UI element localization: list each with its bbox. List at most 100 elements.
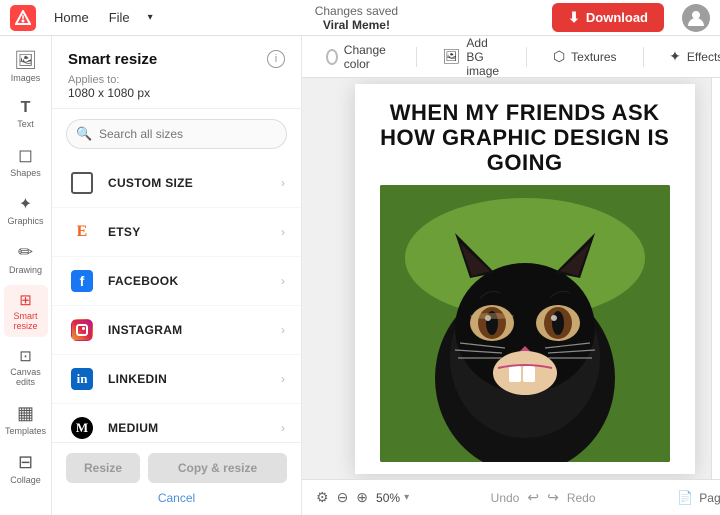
- toolbar-separator-1: [416, 47, 417, 67]
- pages-icon: 📄: [677, 490, 693, 506]
- size-label-etsy: ETSY: [108, 225, 269, 239]
- sidebar-label-collage: Collage: [10, 475, 41, 485]
- toolbar-change-color[interactable]: Change color: [318, 39, 398, 75]
- sidebar-item-templates[interactable]: ▦ Templates: [4, 397, 48, 442]
- main-layout: 🖼 Images T Text ◻ Shapes ✦ Graphics ✏ Dr…: [0, 36, 720, 515]
- cancel-link[interactable]: Cancel: [66, 489, 287, 507]
- side-tool-warning[interactable]: ⚠: [716, 160, 720, 188]
- nav-file[interactable]: File ▾: [101, 6, 161, 29]
- nav-home[interactable]: Home: [46, 6, 97, 29]
- topbar-nav: Home File ▾: [46, 6, 161, 29]
- templates-icon: ▦: [17, 403, 34, 424]
- resize-button[interactable]: Resize: [66, 453, 140, 483]
- search-box: 🔍: [66, 119, 287, 149]
- applies-to-size: 1080 x 1080 px: [68, 86, 285, 100]
- meme-cat-svg: [380, 185, 670, 461]
- sidebar-item-collage[interactable]: ⊟ Collage: [4, 446, 48, 491]
- size-item-linkedin[interactable]: in LINKEDIN ›: [52, 355, 301, 404]
- sidebar-label-smart-resize: Smart resize: [8, 311, 44, 331]
- bottom-right-controls: 📄 Pages: [677, 490, 720, 506]
- info-icon[interactable]: i: [267, 50, 285, 68]
- toolbar-separator-3: [643, 47, 644, 67]
- toolbar-effects[interactable]: ✦ Effects: [661, 44, 720, 69]
- zoom-control[interactable]: 50% ▾: [376, 491, 409, 505]
- sidebar-item-text[interactable]: T Text: [4, 93, 48, 135]
- size-item-etsy[interactable]: E ETSY ›: [52, 208, 301, 257]
- download-button[interactable]: ⬇ Download: [552, 3, 664, 32]
- size-item-medium[interactable]: M MEDIUM ›: [52, 404, 301, 442]
- sidebar-item-canvas-edits[interactable]: ⊡ Canvas edits: [4, 341, 48, 393]
- search-icon: 🔍: [76, 126, 92, 142]
- side-tool-flip[interactable]: ↕: [716, 124, 720, 152]
- size-item-facebook[interactable]: f FACEBOOK ›: [52, 257, 301, 306]
- size-label-instagram: INSTAGRAM: [108, 323, 269, 337]
- chevron-linkedin: ›: [281, 372, 285, 386]
- undo-arrow-icon[interactable]: ↩: [527, 489, 539, 506]
- toolbar-add-bg-image[interactable]: 🖼 Add BG image: [435, 36, 509, 82]
- resize-panel-title: Smart resize: [68, 51, 261, 68]
- sidebar-item-smart-resize[interactable]: ⊞ Smart resize: [4, 285, 48, 337]
- canvas-side-tools: ↺ ↕ ⚠ 🔒: [711, 78, 720, 479]
- search-input[interactable]: [66, 119, 287, 149]
- sidebar-label-drawing: Drawing: [9, 265, 42, 275]
- chevron-etsy: ›: [281, 225, 285, 239]
- copy-resize-button[interactable]: Copy & resize: [148, 453, 287, 483]
- sidebar-label-graphics: Graphics: [8, 216, 44, 226]
- zoom-chevron-icon: ▾: [404, 492, 409, 503]
- canvas-document[interactable]: WHEN MY FRIENDS ASK HOW GRAPHIC DESIGN I…: [355, 84, 695, 474]
- size-label-facebook: FACEBOOK: [108, 274, 269, 288]
- custom-size-icon: [68, 169, 96, 197]
- canvas-toolbar: Change color 🖼 Add BG image ⬡ Textures ✦…: [302, 36, 720, 78]
- graphics-icon: ✦: [19, 194, 32, 214]
- size-item-custom[interactable]: CUSTOM SIZE ›: [52, 159, 301, 208]
- sidebar-item-graphics[interactable]: ✦ Graphics: [4, 188, 48, 232]
- sidebar-label-canvas-edits: Canvas edits: [8, 367, 44, 387]
- sidebar-item-images[interactable]: 🖼 Images: [4, 44, 48, 89]
- app-logo[interactable]: [10, 5, 36, 31]
- sidebar-label-shapes: Shapes: [10, 168, 41, 178]
- size-label-custom: CUSTOM SIZE: [108, 176, 269, 190]
- zoom-out-icon[interactable]: ⊖: [337, 489, 349, 506]
- add-bg-icon: 🖼: [443, 48, 461, 65]
- pages-label[interactable]: Pages: [699, 491, 720, 505]
- smart-resize-panel: Smart resize i Applies to: 1080 x 1080 p…: [52, 36, 302, 515]
- document-filename: Viral Meme!: [323, 18, 390, 32]
- instagram-icon: [68, 316, 96, 344]
- toolbar-separator-2: [526, 47, 527, 67]
- smart-resize-icon: ⊞: [19, 291, 32, 309]
- textures-icon: ⬡: [553, 48, 565, 65]
- avatar[interactable]: [682, 4, 710, 32]
- undo-redo-controls: Undo ↩ ↪ Redo: [491, 489, 596, 506]
- applies-to-label: Applies to:: [68, 74, 285, 86]
- effects-icon: ✦: [669, 48, 681, 65]
- redo-label[interactable]: Redo: [567, 491, 596, 505]
- sidebar-item-shapes[interactable]: ◻ Shapes: [4, 139, 48, 184]
- text-icon: T: [21, 99, 31, 117]
- canvas-workspace: WHEN MY FRIENDS ASK HOW GRAPHIC DESIGN I…: [302, 78, 720, 479]
- zoom-value: 50%: [376, 491, 400, 505]
- etsy-icon: E: [68, 218, 96, 246]
- redo-arrow-icon[interactable]: ↪: [547, 489, 559, 506]
- side-tool-lock[interactable]: 🔒: [716, 196, 720, 224]
- linkedin-icon: in: [68, 365, 96, 393]
- sidebar-icons: 🖼 Images T Text ◻ Shapes ✦ Graphics ✏ Dr…: [0, 36, 52, 515]
- topbar-saved-status: Changes saved Viral Meme!: [171, 4, 542, 32]
- undo-label[interactable]: Undo: [491, 491, 520, 505]
- color-circle-icon: [326, 49, 338, 65]
- meme-image: [380, 185, 670, 461]
- size-label-medium: MEDIUM: [108, 421, 269, 435]
- canvas-area: Change color 🖼 Add BG image ⬡ Textures ✦…: [302, 36, 720, 515]
- facebook-icon: f: [68, 267, 96, 295]
- zoom-in-icon[interactable]: ⊕: [356, 489, 368, 506]
- sidebar-item-drawing[interactable]: ✏ Drawing: [4, 236, 48, 281]
- side-tool-rotate[interactable]: ↺: [716, 88, 720, 116]
- toolbar-textures[interactable]: ⬡ Textures: [545, 44, 625, 69]
- resize-panel-footer: Resize Copy & resize Cancel: [52, 442, 301, 515]
- size-item-instagram[interactable]: INSTAGRAM ›: [52, 306, 301, 355]
- settings-icon[interactable]: ⚙: [316, 489, 329, 506]
- size-label-linkedin: LINKEDIN: [108, 372, 269, 386]
- download-icon: ⬇: [568, 9, 580, 26]
- sidebar-label-images: Images: [11, 73, 41, 83]
- drawing-icon: ✏: [18, 242, 33, 263]
- chevron-instagram: ›: [281, 323, 285, 337]
